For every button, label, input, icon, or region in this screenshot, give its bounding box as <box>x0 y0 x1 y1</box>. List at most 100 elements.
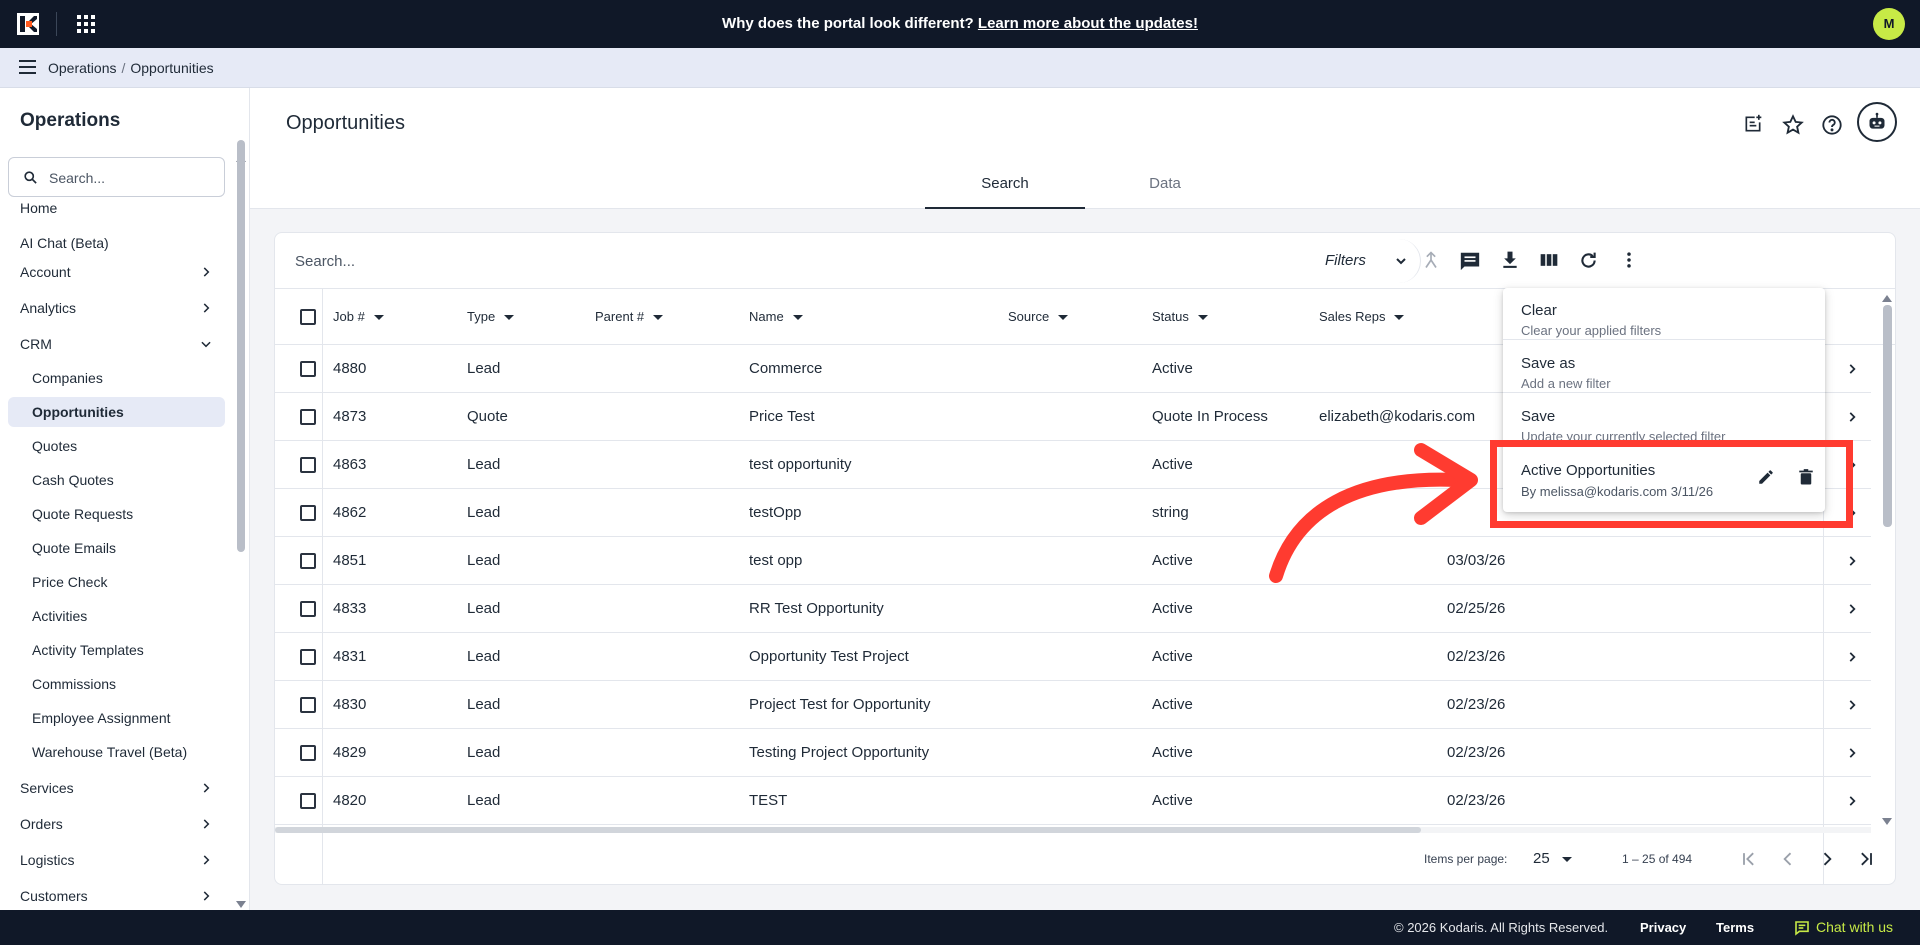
sidebar-item-warehouse-travel-beta[interactable]: Warehouse Travel (Beta) <box>8 737 225 767</box>
filters-button[interactable]: Filters <box>1311 239 1421 283</box>
sidebar-item-services[interactable]: Services <box>8 773 225 803</box>
table-scroll-down[interactable] <box>1882 818 1892 825</box>
last-page-icon[interactable] <box>1856 849 1876 869</box>
row-checkbox[interactable] <box>300 649 316 665</box>
table-scroll-up[interactable] <box>1882 295 1892 302</box>
sidebar-item-price-check[interactable]: Price Check <box>8 567 225 597</box>
table-vertical-scrollbar[interactable] <box>1883 305 1892 527</box>
table-row[interactable]: 4829 Lead Testing Project Opportunity Activ… <box>275 729 1871 777</box>
merge-icon[interactable] <box>1421 250 1441 270</box>
column-header-parent[interactable]: Parent # <box>595 309 664 324</box>
sidebar-item-logistics[interactable]: Logistics <box>8 845 225 875</box>
column-header-type[interactable]: Type <box>467 309 515 324</box>
cell-job: 4851 <box>333 552 367 569</box>
chevron-right-icon[interactable] <box>1845 698 1859 712</box>
select-all-checkbox[interactable] <box>300 309 316 325</box>
row-checkbox[interactable] <box>300 409 316 425</box>
filter-menu-clear[interactable]: Clear Clear your applied filters <box>1503 288 1825 340</box>
table-row[interactable]: 4851 Lead test opp Active 03/03/26 <box>275 537 1871 585</box>
cell-type: Lead <box>467 552 501 569</box>
chevron-right-icon <box>203 819 210 829</box>
tab-data[interactable]: Data <box>1085 173 1245 209</box>
row-checkbox[interactable] <box>300 745 316 761</box>
terms-link[interactable]: Terms <box>1716 920 1754 935</box>
column-header-sales-reps[interactable]: Sales Reps <box>1319 309 1405 324</box>
sidebar-item-home[interactable]: Home <box>8 193 225 223</box>
filter-menu-save[interactable]: Save Update your currently selected filt… <box>1503 394 1825 446</box>
chevron-right-icon[interactable] <box>1845 554 1859 568</box>
column-header-source[interactable]: Source <box>1008 309 1069 324</box>
sidebar-item-activities[interactable]: Activities <box>8 601 225 631</box>
filter-menu-save-as[interactable]: Save as Add a new filter <box>1503 341 1825 393</box>
column-header-name[interactable]: Name <box>749 309 803 324</box>
chevron-right-icon[interactable] <box>1845 410 1859 424</box>
sidebar-item-label: Logistics <box>20 852 75 868</box>
user-avatar[interactable]: M <box>1873 8 1905 40</box>
add-note-icon[interactable] <box>1743 114 1763 134</box>
download-icon[interactable] <box>1500 250 1520 270</box>
more-vert-icon[interactable] <box>1619 250 1639 270</box>
first-page-icon[interactable] <box>1739 849 1759 869</box>
sidebar-item-customers[interactable]: Customers <box>8 881 225 910</box>
sidebar-item-account[interactable]: Account <box>8 257 225 287</box>
sidebar-scroll-down[interactable] <box>236 901 246 908</box>
chevron-right-icon[interactable] <box>1845 794 1859 808</box>
sidebar-search[interactable] <box>8 157 225 197</box>
refresh-icon[interactable] <box>1578 250 1599 271</box>
chevron-down-icon <box>201 341 211 348</box>
table-row[interactable]: 4820 Lead TEST Active 02/23/26 <box>275 777 1871 825</box>
breadcrumb-root[interactable]: Operations <box>48 60 116 76</box>
column-header-status[interactable]: Status <box>1152 309 1208 324</box>
next-page-icon[interactable] <box>1817 849 1837 869</box>
cell-date: 02/23/26 <box>1447 744 1506 761</box>
announcement-link[interactable]: Learn more about the updates! <box>978 15 1198 32</box>
chevron-right-icon[interactable] <box>1845 602 1859 616</box>
previous-page-icon[interactable] <box>1778 849 1798 869</box>
table-row[interactable]: 4830 Lead Project Test for Opportunity Acti… <box>275 681 1871 729</box>
chevron-right-icon[interactable] <box>1845 362 1859 376</box>
row-checkbox[interactable] <box>300 361 316 377</box>
table-row[interactable]: 4833 Lead RR Test Opportunity Active 02/25/2… <box>275 585 1871 633</box>
tab-search[interactable]: Search <box>925 173 1085 209</box>
column-header-job[interactable]: Job # <box>333 309 384 324</box>
sidebar-search-input[interactable] <box>49 167 209 189</box>
sidebar-item-employee-assignment[interactable]: Employee Assignment <box>8 703 225 733</box>
cell-date: 02/25/26 <box>1447 600 1506 617</box>
items-per-page-select[interactable]: 25 <box>1533 850 1572 867</box>
chevron-right-icon[interactable] <box>1845 746 1859 760</box>
row-checkbox[interactable] <box>300 457 316 473</box>
help-icon[interactable] <box>1821 114 1843 136</box>
sidebar-item-quote-requests[interactable]: Quote Requests <box>8 499 225 529</box>
sidebar-item-ai-chat-beta[interactable]: AI Chat (Beta) <box>8 228 225 258</box>
chevron-right-icon[interactable] <box>1845 650 1859 664</box>
sidebar-item-label: Price Check <box>32 574 108 590</box>
sidebar-item-label: Quote Emails <box>32 540 117 556</box>
star-icon[interactable] <box>1782 114 1804 136</box>
sidebar-item-opportunities[interactable]: Opportunities <box>8 397 225 427</box>
sidebar-item-orders[interactable]: Orders <box>8 809 225 839</box>
cell-name: Opportunity Test Project <box>749 648 909 665</box>
ai-assistant-button[interactable] <box>1857 102 1897 142</box>
menu-icon[interactable] <box>19 60 36 74</box>
row-checkbox[interactable] <box>300 601 316 617</box>
row-checkbox[interactable] <box>300 793 316 809</box>
sidebar-item-quotes[interactable]: Quotes <box>8 431 225 461</box>
comment-icon[interactable] <box>1459 250 1481 272</box>
sidebar-item-activity-templates[interactable]: Activity Templates <box>8 635 225 665</box>
sidebar-item-quote-emails[interactable]: Quote Emails <box>8 533 225 563</box>
sidebar-item-cash-quotes[interactable]: Cash Quotes <box>8 465 225 495</box>
sidebar-scrollbar[interactable] <box>237 140 245 552</box>
filter-menu-item-title: Save <box>1521 408 1556 425</box>
row-checkbox[interactable] <box>300 553 316 569</box>
table-row[interactable]: 4831 Lead Opportunity Test Project Active 02… <box>275 633 1871 681</box>
sidebar-item-analytics[interactable]: Analytics <box>8 293 225 323</box>
row-checkbox[interactable] <box>300 505 316 521</box>
row-checkbox[interactable] <box>300 697 316 713</box>
table-search-input[interactable] <box>295 250 895 272</box>
sidebar-item-crm[interactable]: CRM <box>8 329 225 359</box>
sidebar-item-companies[interactable]: Companies <box>8 363 225 393</box>
columns-icon[interactable] <box>1539 250 1559 270</box>
cell-type: Lead <box>467 696 501 713</box>
privacy-link[interactable]: Privacy <box>1640 920 1686 935</box>
sidebar-item-commissions[interactable]: Commissions <box>8 669 225 699</box>
